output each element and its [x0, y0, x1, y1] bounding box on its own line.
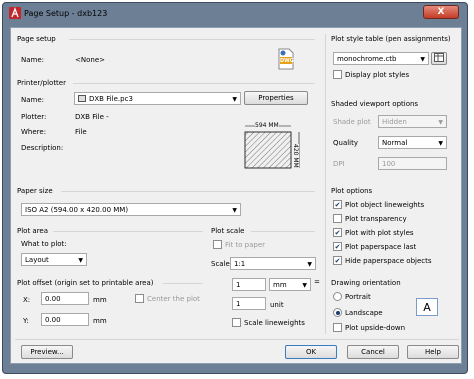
- dpi-label: DPI: [333, 160, 345, 168]
- dialog-client: Page setup Name: <None> DWG Printer/plot…: [10, 27, 462, 364]
- scale-select[interactable]: 1:1 ▼: [230, 257, 316, 270]
- paper-preview: 594 MM 420 MM: [243, 120, 311, 172]
- upside-down-checkbox[interactable]: Plot upside-down: [333, 323, 405, 332]
- display-plot-styles-checkbox[interactable]: Display plot styles: [333, 70, 409, 79]
- scale-lineweights-checkbox[interactable]: Scale lineweights: [232, 318, 305, 327]
- offset-x-unit: mm: [93, 296, 107, 304]
- where-value: File: [75, 128, 87, 136]
- autocad-logo-icon: [9, 7, 21, 19]
- style-table-heading: Plot style table (pen assignments): [331, 35, 451, 43]
- offset-x-input[interactable]: 0.00: [41, 292, 89, 305]
- where-label: Where:: [21, 128, 47, 136]
- chevron-down-icon: ▼: [302, 282, 307, 289]
- scale-numerator-input[interactable]: 1: [232, 278, 266, 291]
- cancel-button[interactable]: Cancel: [347, 345, 399, 359]
- quality-label: Quality: [333, 139, 359, 147]
- chevron-down-icon: ▼: [420, 56, 425, 63]
- offset-y-unit: mm: [93, 317, 107, 325]
- scale-den-unit: unit: [270, 301, 284, 309]
- landscape-orientation-icon: A: [416, 298, 438, 316]
- title-bar: Page Setup - dxb123 X: [3, 3, 467, 23]
- paper-size-heading: Paper size: [17, 187, 53, 195]
- page-setup-name-value: <None>: [75, 56, 105, 64]
- plotter-value: DXB File -: [75, 113, 109, 121]
- shade-plot-select[interactable]: Hidden ▼: [378, 115, 447, 128]
- close-icon: X: [437, 7, 445, 17]
- chevron-down-icon: ▼: [232, 96, 237, 103]
- style-table-select[interactable]: monochrome.ctb ▼: [333, 52, 429, 65]
- page-setup-name-label: Name:: [21, 56, 45, 64]
- plot-option-checkbox[interactable]: Plot transparency: [333, 214, 407, 223]
- portrait-radio[interactable]: Portrait: [333, 292, 371, 301]
- what-to-plot-label: What to plot:: [21, 240, 67, 248]
- plot-option-checkbox[interactable]: ✔ Hide paperspace objects: [333, 256, 432, 265]
- printer-heading: Printer/plotter: [17, 79, 66, 87]
- dpi-input[interactable]: 100: [378, 157, 447, 170]
- shaded-heading: Shaded viewport options: [331, 100, 419, 108]
- ok-button[interactable]: OK: [285, 345, 337, 359]
- scale-unit-select[interactable]: mm ▼: [269, 278, 311, 291]
- close-button[interactable]: X: [423, 5, 459, 19]
- plot-area-heading: Plot area: [17, 227, 49, 235]
- plotter-label: Plotter:: [21, 113, 47, 121]
- plot-offset-heading: Plot offset (origin set to printable are…: [17, 279, 154, 287]
- offset-y-input[interactable]: 0.00: [41, 313, 89, 326]
- paper-height-dim: 420 MM: [292, 144, 299, 168]
- window-title: Page Setup - dxb123: [24, 8, 108, 18]
- plot-options-heading: Plot options: [331, 187, 373, 195]
- scale-denominator-input[interactable]: 1: [232, 297, 266, 310]
- plot-option-checkbox[interactable]: ✔ Plot object lineweights: [333, 200, 424, 209]
- help-button[interactable]: Help: [407, 345, 459, 359]
- landscape-radio[interactable]: Landscape: [333, 308, 383, 317]
- page-setup-heading: Page setup: [17, 35, 56, 43]
- description-label: Description:: [21, 144, 64, 152]
- chevron-down-icon: ▼: [307, 261, 312, 268]
- printer-name-label: Name:: [21, 96, 45, 104]
- dwg-file-icon: DWG: [277, 48, 295, 70]
- preview-button[interactable]: Preview...: [21, 345, 73, 359]
- chevron-down-icon: ▼: [438, 140, 443, 147]
- plot-scale-heading: Plot scale: [211, 227, 245, 235]
- page-setup-window: Page Setup - dxb123 X Page setup Name: <…: [2, 2, 468, 374]
- chevron-down-icon: ▼: [78, 257, 83, 264]
- plot-option-checkbox[interactable]: ✔ Plot paperspace last: [333, 242, 416, 251]
- properties-button[interactable]: Properties: [244, 91, 308, 105]
- quality-select[interactable]: Normal ▼: [378, 136, 447, 149]
- paper-width-dim: 594 MM: [255, 122, 279, 129]
- orientation-heading: Drawing orientation: [331, 279, 401, 287]
- printer-select[interactable]: DXB File.pc3 ▼: [74, 92, 241, 105]
- chevron-down-icon: ▼: [438, 119, 443, 126]
- equals-icon: =: [314, 278, 320, 286]
- offset-x-label: X:: [23, 296, 31, 304]
- edit-table-icon: [434, 53, 444, 64]
- what-to-plot-select[interactable]: Layout ▼: [21, 253, 87, 266]
- plot-option-checkbox[interactable]: ✔ Plot with plot styles: [333, 228, 414, 237]
- center-plot-checkbox[interactable]: Center the plot: [135, 294, 200, 303]
- fit-to-paper-checkbox[interactable]: Fit to paper: [213, 240, 265, 249]
- edit-style-table-button[interactable]: [431, 52, 447, 65]
- paper-size-select[interactable]: ISO A2 (594.00 x 420.00 MM) ▼: [21, 203, 241, 216]
- plotter-icon: [78, 95, 86, 102]
- shade-plot-label: Shade plot: [333, 118, 371, 126]
- chevron-down-icon: ▼: [232, 207, 237, 214]
- offset-y-label: Y:: [23, 317, 29, 325]
